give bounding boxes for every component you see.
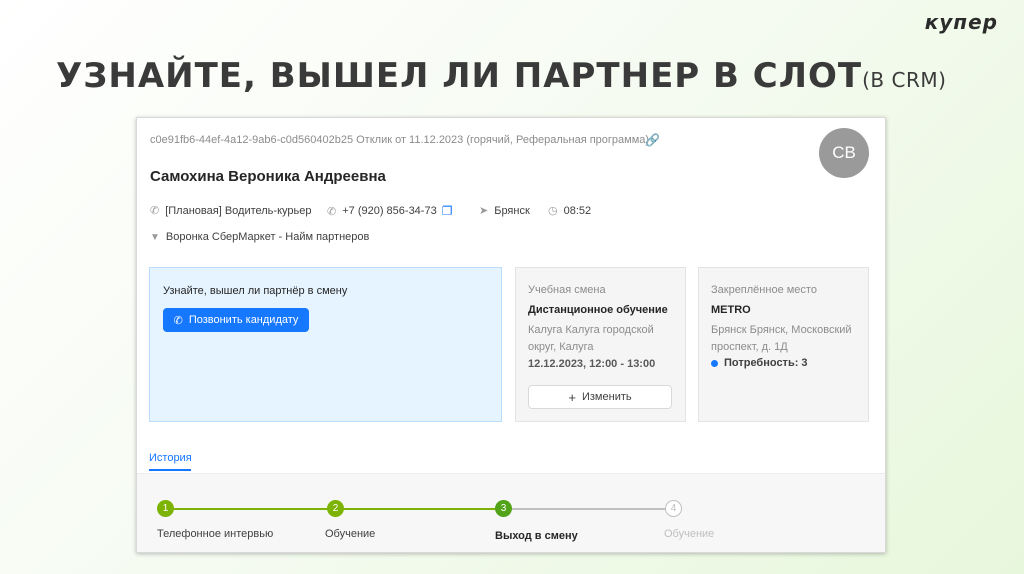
step-1-label: Телефонное интервью bbox=[157, 528, 274, 540]
progress-steps: 1 2 3 4 Телефонное интервью Обучение Вых… bbox=[137, 474, 885, 552]
plus-icon: + bbox=[568, 389, 576, 405]
slide-title-sub: (В CRM) bbox=[862, 68, 947, 92]
step-3-label: Выход в смену bbox=[495, 530, 578, 542]
copy-icon[interactable]: ❐ bbox=[442, 204, 453, 218]
step-connector-3 bbox=[505, 508, 673, 510]
step-4-circle: 4 bbox=[665, 500, 682, 517]
place-label: Закреплённое место bbox=[711, 284, 817, 296]
step-2-circle: 2 bbox=[327, 500, 344, 517]
change-button-label: Изменить bbox=[581, 391, 632, 403]
need-dot-icon bbox=[711, 359, 718, 367]
shift-address-line1: Калуга Калуга городской bbox=[528, 324, 654, 336]
candidate-name: Самохина Вероника Андреевна bbox=[150, 168, 386, 185]
city-label: Брянск bbox=[494, 204, 530, 217]
task-title: Узнайте, вышел ли партнёр в смену bbox=[163, 285, 348, 297]
tab-history[interactable]: История bbox=[149, 452, 192, 464]
shift-panel: Учебная смена Дистанционное обучение Кал… bbox=[515, 267, 686, 422]
shift-label: Учебная смена bbox=[528, 284, 606, 296]
place-name: METRO bbox=[711, 304, 751, 316]
city-info: ➤ Брянск bbox=[479, 204, 530, 218]
call-button-label: Позвонить кандидату bbox=[188, 314, 299, 326]
slide-title: УЗНАЙТЕ, ВЫШЕЛ ЛИ ПАРТНЕР В СЛОТ(В CRM) bbox=[56, 56, 946, 96]
time-info: ◷ 08:52 bbox=[548, 204, 592, 218]
avatar: СВ bbox=[819, 128, 869, 178]
shift-datetime: 12.12.2023, 12:00 - 13:00 bbox=[528, 358, 656, 370]
step-1-circle: 1 bbox=[157, 500, 174, 517]
phone-icon: ✆ bbox=[327, 205, 337, 218]
kuper-logo: купер bbox=[924, 10, 998, 34]
step-3-circle: 3 bbox=[495, 500, 512, 517]
crm-candidate-card: c0e91fb6-44ef-4a12-9ab6-c0d560402b25 Отк… bbox=[136, 117, 886, 553]
vacancy-info: ✆ [Плановая] Водитель-курьер bbox=[150, 204, 312, 218]
pin-icon: ➤ bbox=[479, 205, 489, 217]
place-address-line1: Брянск Брянск, Московский bbox=[711, 324, 852, 336]
tab-active-indicator bbox=[149, 469, 191, 471]
call-candidate-button[interactable]: ✆ Позвонить кандидату bbox=[163, 308, 309, 332]
link-icon[interactable]: 🔗 bbox=[645, 133, 660, 147]
need-label: Потребность: 3 bbox=[724, 357, 808, 369]
step-connector-2 bbox=[335, 508, 505, 510]
change-shift-button[interactable]: + Изменить bbox=[528, 385, 672, 409]
step-connector-1 bbox=[165, 508, 335, 510]
vacancy-label: [Плановая] Водитель-курьер bbox=[165, 204, 312, 217]
clock-icon: ◷ bbox=[548, 205, 558, 217]
time-label: 08:52 bbox=[563, 204, 592, 217]
funnel-label: Воронка СберМаркет - Найм партнеров bbox=[165, 231, 370, 243]
task-panel: Узнайте, вышел ли партнёр в смену ✆ Позв… bbox=[149, 267, 502, 422]
phone-icon: ✆ bbox=[173, 314, 183, 327]
phone-handset-icon: ✆ bbox=[150, 205, 160, 217]
phone-info: ✆ +7 (920) 856-34-73 ❐ bbox=[327, 204, 452, 218]
funnel-info: ▼ Воронка СберМаркет - Найм партнеров bbox=[150, 231, 369, 243]
shift-name: Дистанционное обучение bbox=[528, 304, 668, 316]
slide-title-main: УЗНАЙТЕ, ВЫШЕЛ ЛИ ПАРТНЕР В СЛОТ bbox=[56, 56, 863, 96]
funnel-icon: ▼ bbox=[150, 231, 160, 243]
shift-address-line2: округ, Калуга bbox=[528, 341, 594, 353]
need-indicator: Потребность: 3 bbox=[711, 357, 808, 369]
phone-number[interactable]: +7 (920) 856-34-73 bbox=[342, 205, 436, 217]
response-meta: c0e91fb6-44ef-4a12-9ab6-c0d560402b25 Отк… bbox=[150, 134, 650, 146]
place-address-line2: проспект, д. 1Д bbox=[711, 341, 788, 353]
place-panel: Закреплённое место METRO Брянск Брянск, … bbox=[698, 267, 869, 422]
step-2-label: Обучение bbox=[325, 528, 376, 540]
step-4-label: Обучение bbox=[664, 528, 715, 540]
